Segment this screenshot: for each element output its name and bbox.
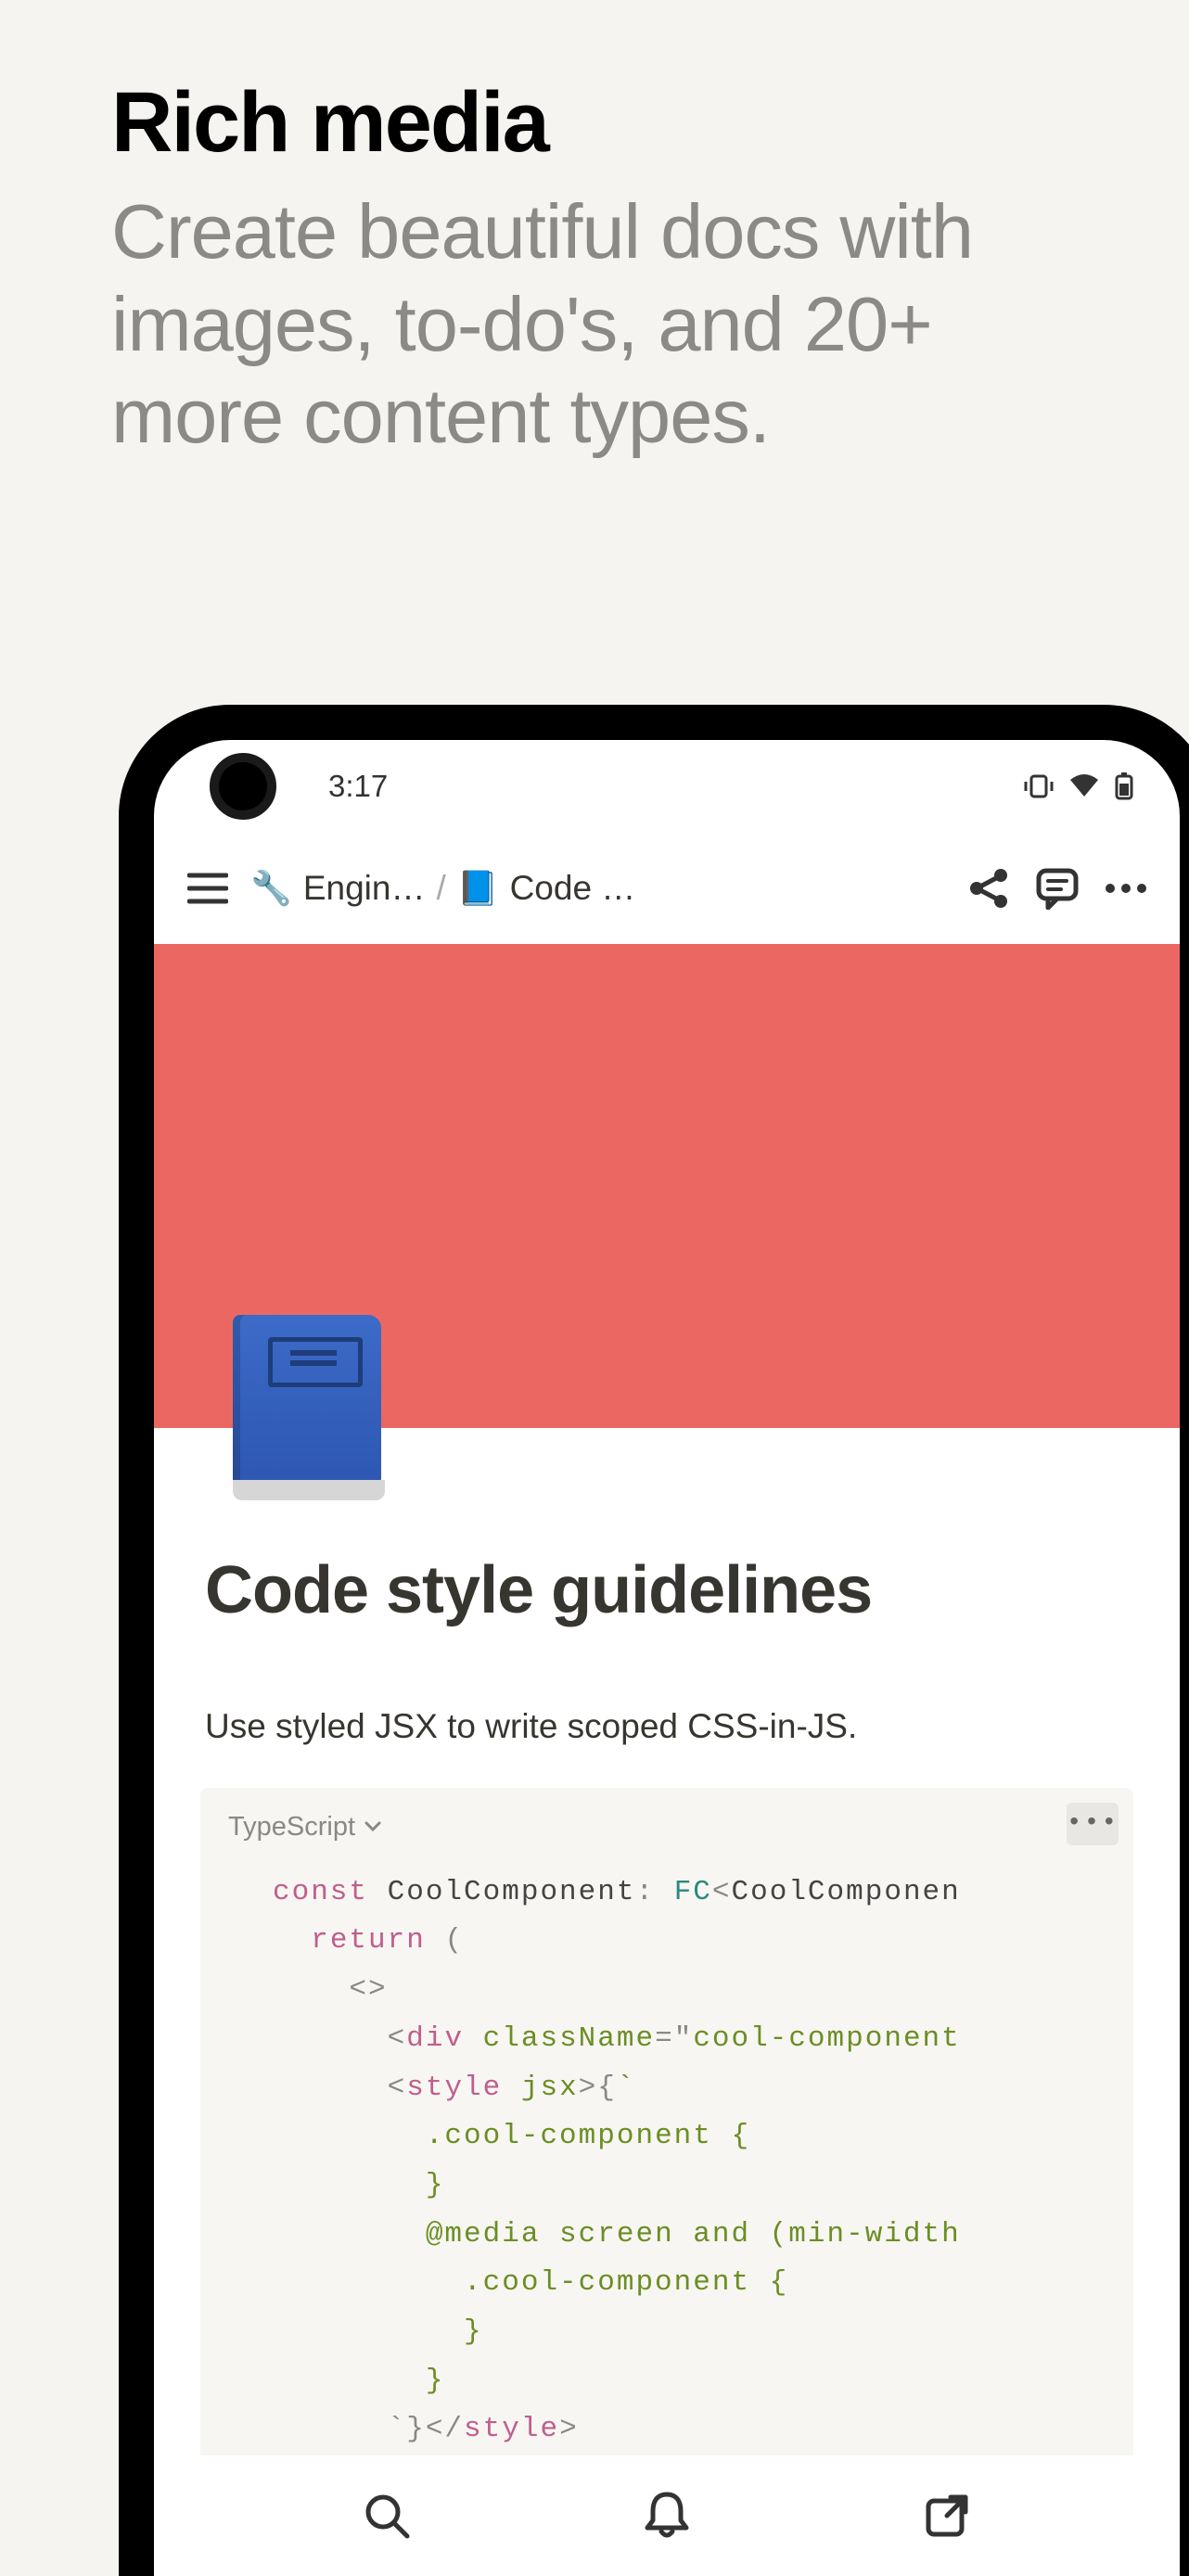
phone-frame: 3:17 🔧 Engin… / 📘 — [119, 705, 1189, 2576]
nav-compose[interactable] — [919, 2488, 975, 2544]
bottom-nav — [154, 2455, 1180, 2576]
code-content[interactable]: const CoolComponent: FC<CoolComponen ret… — [228, 1868, 1133, 2553]
battery-icon — [1115, 772, 1133, 800]
more-button[interactable] — [1100, 862, 1152, 914]
comments-button[interactable] — [1031, 862, 1083, 914]
code-more-button[interactable]: ••• — [1067, 1803, 1119, 1845]
share-button[interactable] — [963, 862, 1015, 914]
promo-subtitle: Create beautiful docs with images, to-do… — [111, 185, 1106, 463]
wifi-icon — [1068, 774, 1100, 798]
app-bar: 🔧 Engin… / 📘 Code … — [154, 833, 1180, 944]
breadcrumb-separator: / — [436, 869, 445, 908]
nav-search[interactable] — [359, 2488, 415, 2544]
nav-notifications[interactable] — [639, 2488, 695, 2544]
vibrate-icon — [1024, 774, 1054, 798]
status-time: 3:17 — [328, 769, 388, 804]
book-icon: 📘 — [457, 869, 499, 908]
page-title[interactable]: Code style guidelines — [205, 1552, 1129, 1628]
page-text[interactable]: Use styled JSX to write scoped CSS-in-JS… — [205, 1702, 1129, 1751]
page-icon-book[interactable] — [233, 1315, 381, 1491]
code-language-label: TypeScript — [228, 1812, 355, 1843]
menu-button[interactable] — [182, 862, 234, 914]
phone-screen: 3:17 🔧 Engin… / 📘 — [154, 740, 1180, 2576]
code-language-selector[interactable]: TypeScript — [228, 1812, 1133, 1843]
breadcrumb-item[interactable]: Engin… — [303, 869, 426, 908]
breadcrumb[interactable]: 🔧 Engin… / 📘 Code … — [250, 869, 946, 908]
status-bar: 3:17 — [154, 740, 1180, 833]
wrench-icon: 🔧 — [250, 869, 292, 908]
chevron-down-icon — [364, 1821, 381, 1832]
selfie-camera — [210, 753, 276, 820]
promo-heading: Rich media — [111, 74, 548, 172]
breadcrumb-item[interactable]: Code … — [510, 869, 636, 908]
